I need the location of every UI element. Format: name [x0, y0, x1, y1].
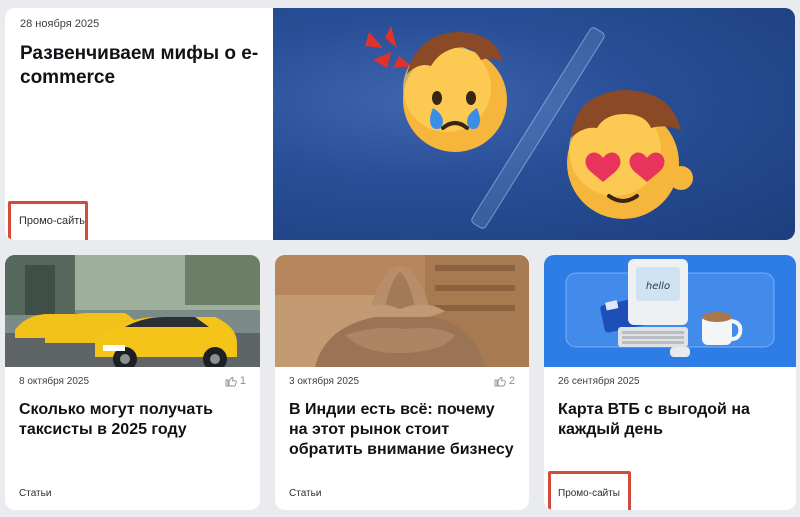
hero-image — [273, 8, 795, 240]
article-title[interactable]: В Индии есть всё: почему на этот рынок с… — [289, 400, 514, 460]
article-date: 3 октября 2025 — [289, 376, 359, 387]
article-card[interactable]: hello 26 сентября 2025 Карта ВТБ с выгод… — [544, 255, 796, 510]
article-title[interactable]: Развенчиваем мифы о e-commerce — [20, 42, 265, 90]
likes-count: 2 — [508, 375, 515, 387]
hero-text-column: 28 ноября 2025 Развенчиваем мифы о e-com… — [5, 8, 273, 240]
likes-count: 1 — [239, 375, 246, 387]
article-date: 28 ноября 2025 — [20, 18, 100, 30]
anger-mark-icon — [365, 26, 411, 68]
thumbs-up-icon — [225, 376, 237, 387]
highlight-outline — [548, 471, 631, 510]
article-date: 26 сентября 2025 — [558, 376, 640, 387]
heart-eyes-emoji-icon — [567, 90, 693, 219]
hero-article-card[interactable]: 28 ноября 2025 Развенчиваем мифы о e-com… — [5, 8, 795, 240]
article-thumbnail — [5, 255, 260, 367]
likes-counter[interactable]: 2 — [494, 375, 515, 387]
likes-counter[interactable]: 1 — [225, 375, 246, 387]
article-thumbnail: hello — [544, 255, 796, 367]
thumbs-up-icon — [494, 376, 506, 387]
article-title[interactable]: Сколько могут получать таксисты в 2025 г… — [19, 400, 244, 440]
article-title[interactable]: Карта ВТБ с выгодой на каждый день — [558, 400, 783, 440]
highlight-outline — [8, 201, 88, 240]
article-card[interactable]: 3 октября 2025 2 В Индии есть всё: почем… — [275, 255, 529, 510]
article-card[interactable]: 8 октября 2025 1 Сколько могут получать … — [5, 255, 260, 510]
article-category-tag[interactable]: Статьи — [19, 488, 51, 499]
sad-emoji-icon — [403, 32, 507, 152]
screen-text: hello — [646, 281, 670, 292]
article-category-tag[interactable]: Статьи — [289, 488, 321, 499]
article-thumbnail — [275, 255, 529, 367]
article-date: 8 октября 2025 — [19, 376, 89, 387]
retro-computer-shape: hello — [618, 259, 688, 347]
